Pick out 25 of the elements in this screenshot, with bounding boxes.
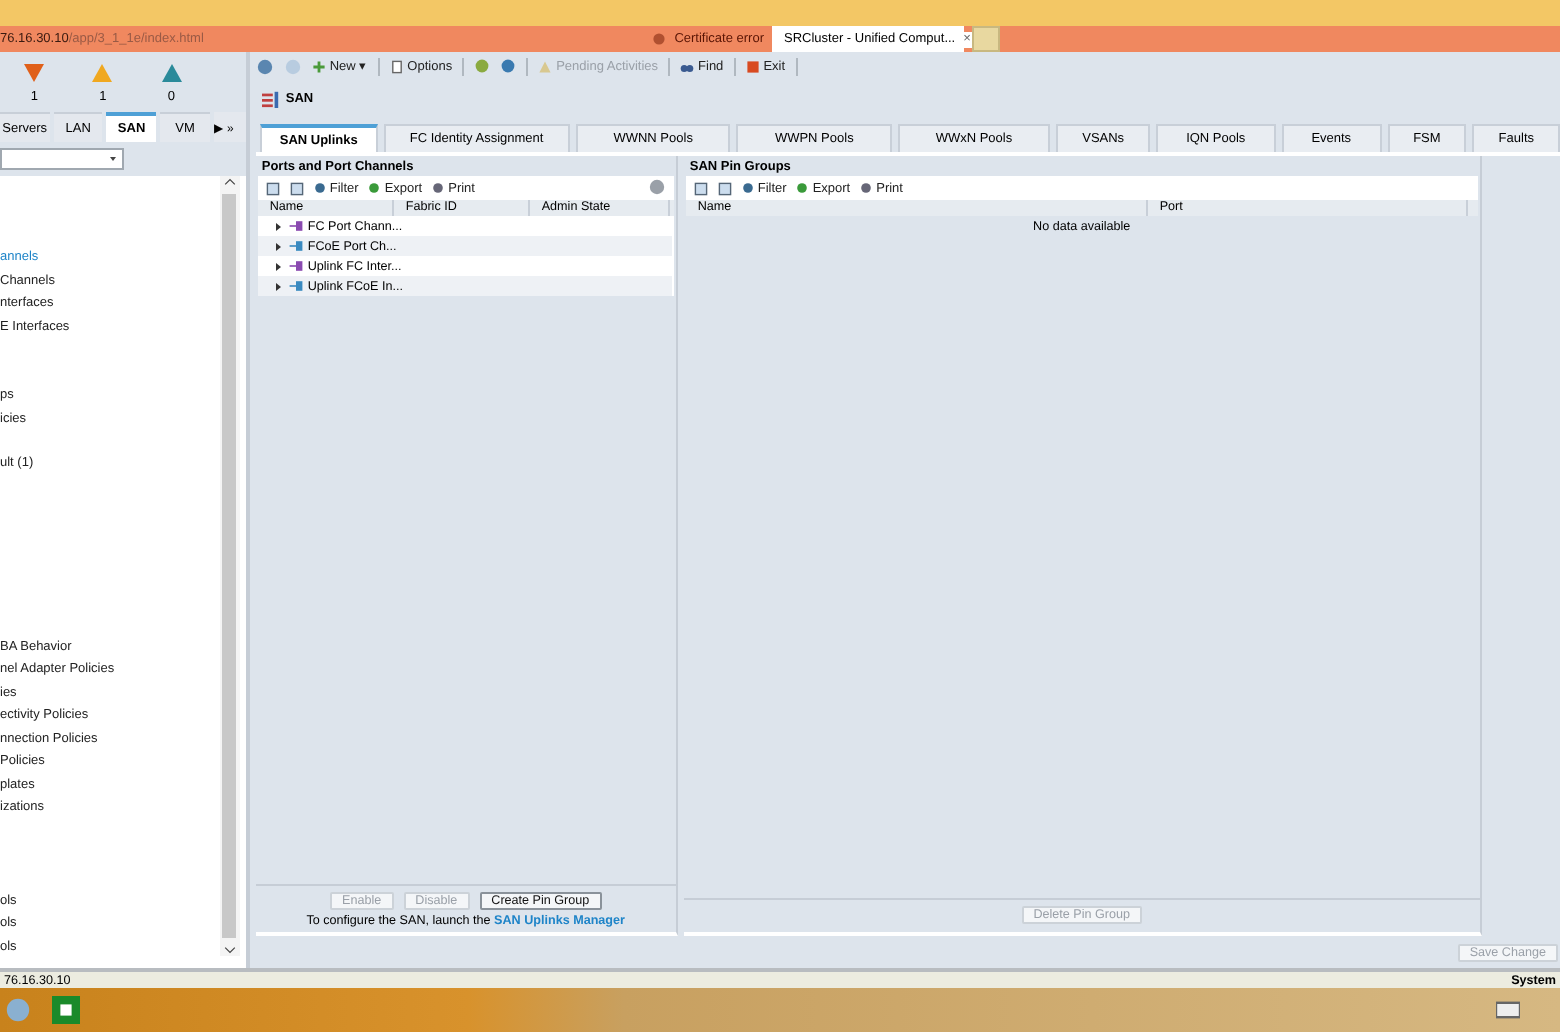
warning-triangle-icon bbox=[159, 61, 184, 83]
scroll-down-icon bbox=[223, 944, 236, 956]
warning-triangle-icon bbox=[538, 59, 553, 73]
back-circle-icon bbox=[255, 57, 274, 75]
caret-icon bbox=[108, 154, 118, 164]
expand-all-icon bbox=[693, 181, 708, 195]
new-tab-button[interactable] bbox=[972, 26, 1000, 52]
help-circle-icon bbox=[474, 58, 491, 74]
fault-down-triangle-icon bbox=[22, 61, 47, 83]
expand-all-icon bbox=[265, 181, 280, 195]
filter-dropdown[interactable] bbox=[0, 148, 124, 170]
forward-circle-icon bbox=[283, 57, 302, 75]
spreadsheet-app-icon bbox=[52, 996, 80, 1024]
exit-icon bbox=[745, 59, 760, 73]
san-icon bbox=[261, 89, 280, 107]
plus-icon bbox=[311, 59, 326, 73]
info-circle-icon bbox=[500, 58, 517, 74]
keyboard-icon bbox=[1496, 998, 1520, 1022]
scrollbar[interactable] bbox=[219, 176, 240, 956]
collapse-all-icon bbox=[717, 181, 732, 195]
document-icon bbox=[389, 59, 404, 73]
collapse-all-icon bbox=[289, 181, 304, 195]
scroll-up-icon bbox=[223, 176, 236, 188]
binoculars-icon bbox=[680, 59, 695, 73]
warning-triangle-icon bbox=[90, 61, 115, 83]
